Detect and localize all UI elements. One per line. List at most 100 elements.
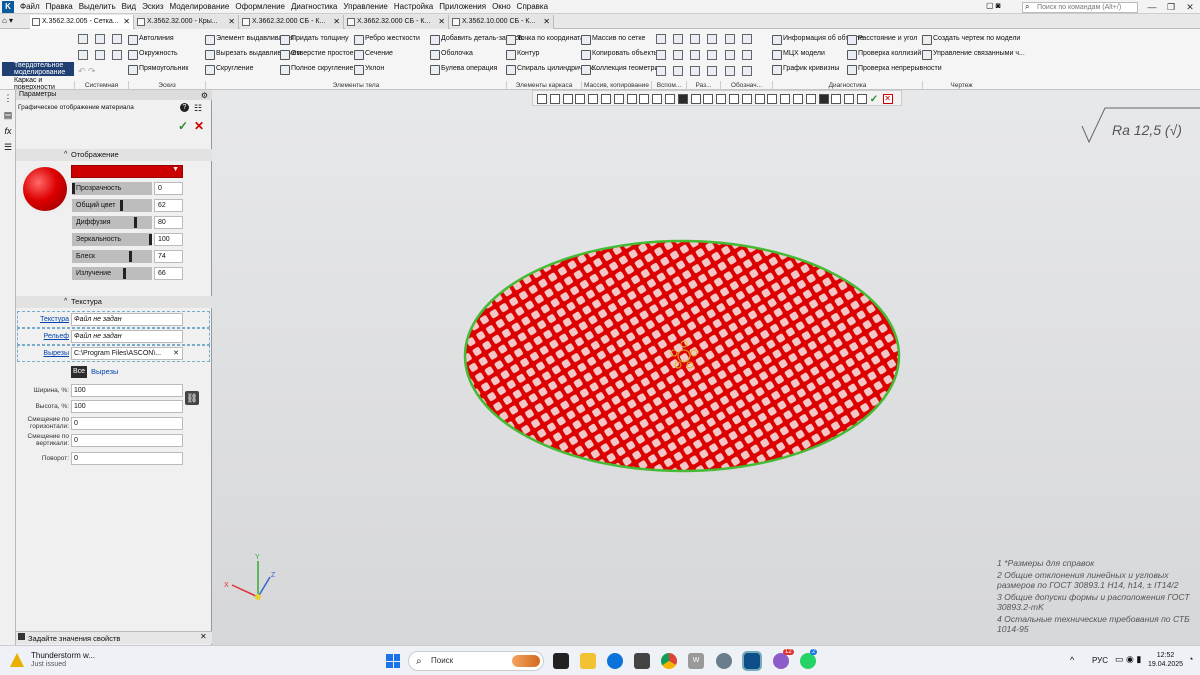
slider-handle[interactable] [128,251,132,262]
notifications-bell-icon[interactable]: ◔ [1188,654,1193,664]
tool-icon[interactable] [673,34,683,44]
ribbon-button[interactable]: Прямоугольник [128,65,188,75]
open-folder-icon[interactable] [95,34,105,44]
menu-item[interactable]: Моделирование [169,0,229,14]
slider-handle[interactable] [122,268,126,279]
ribbon-button[interactable]: Уклон [354,65,384,75]
close-tab-icon[interactable]: ✕ [228,15,235,28]
ribbon-button[interactable]: Расстояние и угол [847,35,917,45]
document-tab[interactable]: Х.3562.10.000 СБ - К... ✕ [450,15,554,29]
ribbon-button[interactable]: Окружность [128,50,178,60]
property-value-input[interactable]: 0 [154,182,183,195]
close-tab-icon[interactable]: ✕ [123,15,130,28]
ribbon-button[interactable]: Копировать объекты [581,50,659,60]
print-icon[interactable] [78,50,88,60]
network-volume-battery-icons[interactable]: ▭ ◉ ▮ [1115,654,1141,665]
menu-item[interactable]: Диагностика [291,0,337,14]
tool-icon[interactable] [725,50,735,60]
filter-cutouts-link[interactable]: Вырезы [91,366,118,378]
texture-section-header[interactable]: ^ Текстура [16,296,212,308]
tool-icon[interactable] [725,34,735,44]
texture-file-field[interactable]: Файл не задан [71,330,183,343]
texture-label-link[interactable]: Текстура [16,313,69,326]
tool-icon[interactable] [656,34,666,44]
property-value-input[interactable]: 62 [154,199,183,212]
ribbon-button[interactable]: Автолиния [128,35,174,45]
ribbon-button[interactable]: Скругление [205,65,253,75]
texture-label-link[interactable]: Вырезы [16,347,69,360]
property-slider[interactable]: Блеск [72,250,152,263]
slider-handle[interactable] [119,200,123,211]
tool-icon[interactable] [656,66,666,76]
tool-icon[interactable] [673,50,683,60]
document-tab[interactable]: Х.3562.32.005 - Сетка... ✕ [30,15,134,29]
number-field[interactable]: 100 [71,384,183,397]
texture-label-link[interactable]: Рельеф [16,330,69,343]
menu-item[interactable]: Файл [20,0,40,14]
settings-icon[interactable] [716,653,732,669]
close-tab-icon[interactable]: ✕ [438,15,445,28]
texture-file-field[interactable]: Файл не задан [71,313,183,326]
ribbon-button[interactable]: Придать толщину [280,35,348,45]
number-field[interactable]: 0 [71,452,183,465]
clear-x-icon[interactable]: ✕ [173,348,179,359]
property-slider[interactable]: Общий цвет [72,199,152,212]
settings-gear-icon[interactable]: ⚙ [201,91,208,100]
tray-chevron-up-icon[interactable]: ^ [1070,655,1074,665]
tool-icon[interactable] [707,34,717,44]
3d-viewport[interactable]: ✓ ✕ Y X Z Ra 12,5 (√) 1 *Размеры для спра… [212,90,1200,645]
ribbon-button[interactable]: Проверка коллизий [847,50,921,60]
cancel-x-icon[interactable]: ✕ [194,119,204,133]
menu-item[interactable]: Оформление [235,0,285,14]
window-mini-buttons[interactable]: ▢ ◙ [986,1,1016,13]
menu-item[interactable]: Вид [122,0,136,14]
ribbon-button[interactable]: Оболочка [430,50,473,60]
weather-alert-icon[interactable] [10,653,24,667]
windows-start-icon[interactable] [386,654,400,668]
close-hint-icon[interactable]: ✕ [200,632,207,641]
property-slider[interactable]: Излучение [72,267,152,280]
number-field[interactable]: 0 [71,434,183,447]
menu-item[interactable]: Правка [46,0,73,14]
tool-icon[interactable] [673,66,683,76]
menu-item[interactable]: Выделить [79,0,116,14]
tool-icon[interactable] [742,50,752,60]
tree-icon[interactable]: ⋮ [3,93,13,103]
clock[interactable]: 12:52 19.04.2025 [1148,651,1183,669]
save-icon[interactable] [112,34,122,44]
menu-item[interactable]: Эскиз [142,0,163,14]
chrome-icon[interactable] [661,653,677,669]
slider-handle[interactable] [133,217,137,228]
number-field[interactable]: 0 [71,417,183,430]
ribbon-button[interactable]: МЦХ модели [772,50,825,60]
properties-icon[interactable] [95,50,105,60]
copy-icon[interactable] [112,50,122,60]
close-tab-icon[interactable]: ✕ [543,15,550,28]
word-icon[interactable]: W [688,653,704,669]
property-slider[interactable]: Зеркальность [72,233,152,246]
ribbon-button[interactable]: Отверстие простое [280,50,354,60]
texture-file-field[interactable]: C:\Program Files\ASCON\... ✕ [71,347,183,360]
kompas-icon[interactable] [742,651,762,671]
menu-item[interactable]: Справка [517,0,548,14]
close-tab-icon[interactable]: ✕ [333,15,340,28]
tool-icon[interactable] [707,66,717,76]
menu-item[interactable]: Настройка [394,0,433,14]
tool-icon[interactable] [725,66,735,76]
tool-icon[interactable] [742,66,752,76]
store-icon[interactable] [634,653,650,669]
panel-menu-icon[interactable]: ☷ [194,103,202,114]
document-tab[interactable]: Х.3662.32.000 СБ - К... ✕ [345,15,449,29]
property-value-input[interactable]: 80 [154,216,183,229]
ribbon-button[interactable]: Точка по координатам [506,35,589,45]
ribbon-button[interactable]: График кривизны [772,65,839,75]
minimize-button[interactable]: — [1144,0,1160,14]
help-icon[interactable]: ? [180,103,189,112]
layers-icon[interactable]: ☰ [3,142,13,152]
tool-icon[interactable] [656,50,666,60]
tool-icon[interactable] [690,50,700,60]
ribbon-button[interactable]: Сечение [354,50,393,60]
menu-item[interactable]: Окно [492,0,511,14]
home-tab-icon[interactable]: ⌂ ▾ [2,16,28,27]
slider-handle[interactable] [72,183,75,194]
